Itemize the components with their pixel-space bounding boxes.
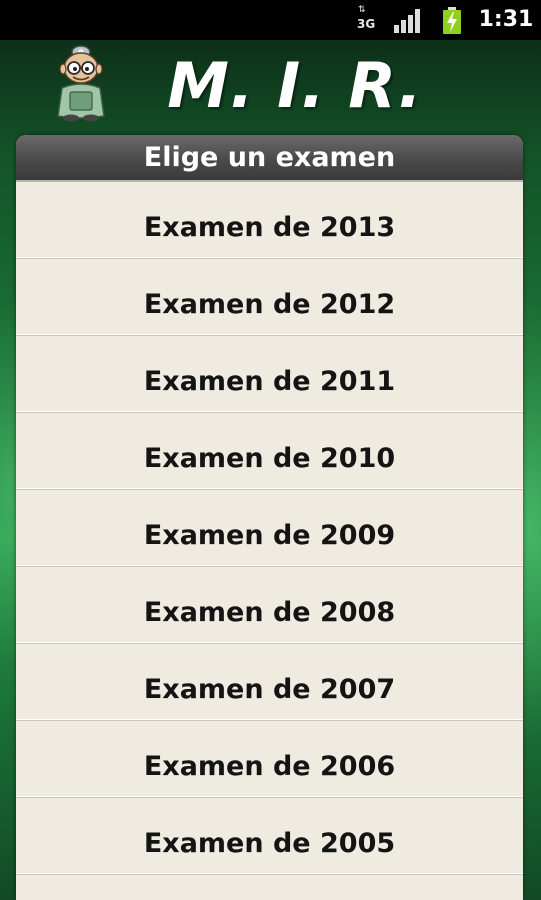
- exam-label: Examen de 2007: [143, 674, 396, 705]
- list-item-exam-2010[interactable]: Examen de 2010: [16, 413, 523, 490]
- status-bar: ⇅ 3G 1:31: [0, 0, 541, 40]
- list-item-exam-2008[interactable]: Examen de 2008: [16, 567, 523, 644]
- list-item-exam-2007[interactable]: Examen de 2007: [16, 644, 523, 721]
- data-arrows-icon: ⇅ 3G: [357, 5, 376, 31]
- list-item-exam-2005[interactable]: Examen de 2005: [16, 798, 523, 875]
- exam-label: Examen de 2010: [143, 443, 396, 474]
- exam-label: Examen de 2011: [143, 366, 396, 397]
- list-item-exam-2009[interactable]: Examen de 2009: [16, 490, 523, 567]
- exam-panel: Elige un examen Examen de 2013 Examen de…: [16, 135, 523, 900]
- exam-label: Examen de 2008: [143, 597, 396, 628]
- exam-list: Examen de 2013 Examen de 2012 Examen de …: [16, 182, 523, 875]
- signal-bars-icon: [394, 9, 424, 33]
- list-item-exam-2013[interactable]: Examen de 2013: [16, 182, 523, 259]
- battery-charging-icon: [443, 7, 461, 34]
- panel-header: Elige un examen: [16, 135, 523, 182]
- list-item-exam-2006[interactable]: Examen de 2006: [16, 721, 523, 798]
- network-type: 3G: [357, 17, 376, 31]
- panel-title: Elige un examen: [143, 142, 396, 173]
- doctor-mascot-icon: [50, 44, 112, 122]
- exam-label: Examen de 2012: [143, 289, 396, 320]
- exam-label: Examen de 2009: [143, 520, 396, 551]
- list-item-exam-2011[interactable]: Examen de 2011: [16, 336, 523, 413]
- list-item-exam-2012[interactable]: Examen de 2012: [16, 259, 523, 336]
- exam-label: Examen de 2006: [143, 751, 396, 782]
- exam-label: Examen de 2005: [143, 828, 396, 859]
- exam-label: Examen de 2013: [143, 212, 396, 243]
- screen: ⇅ 3G 1:31 M. I. R. Elige un examen Exame…: [0, 0, 541, 900]
- status-time: 1:31: [478, 7, 534, 32]
- app-title: M. I. R.: [167, 49, 423, 122]
